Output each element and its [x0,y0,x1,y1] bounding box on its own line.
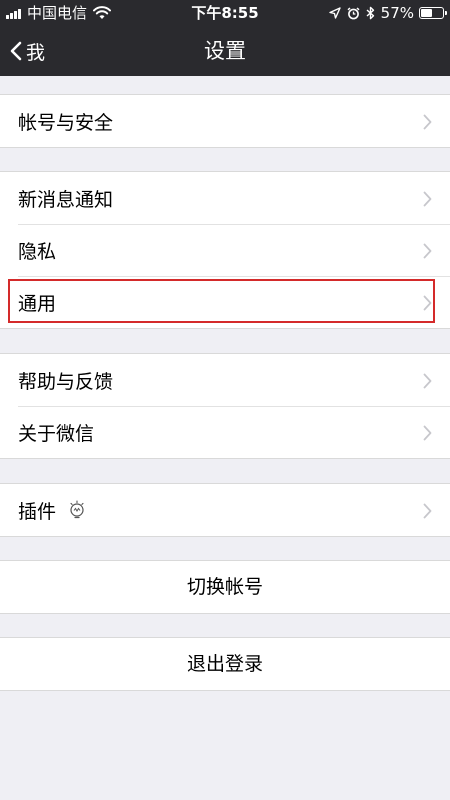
nav-bar: 我 设置 [0,26,450,76]
chevron-right-icon [423,243,432,259]
group-help: 帮助与反馈 关于微信 [0,353,450,459]
list-item-privacy[interactable]: 隐私 [0,224,450,276]
chevron-left-icon [10,41,22,61]
page-title: 设置 [204,39,246,63]
group-account: 帐号与安全 [0,94,450,148]
group-switch-account: 切换帐号 [0,560,450,614]
group-logout: 退出登录 [0,637,450,691]
list-item-help-feedback[interactable]: 帮助与反馈 [0,354,450,406]
list-item-general[interactable]: 通用 [0,276,450,328]
list-item-about-wechat[interactable]: 关于微信 [0,406,450,458]
chevron-right-icon [423,295,432,311]
list-item-account-security[interactable]: 帐号与安全 [0,95,450,147]
status-bar: 中国电信 下午8:55 57% [0,0,450,26]
back-button[interactable]: 我 [10,26,45,76]
header: 中国电信 下午8:55 57% 我 设置 [0,0,450,76]
list-item-plugins[interactable]: 插件 [0,484,450,536]
alarm-icon [347,6,360,19]
back-label: 我 [26,41,46,64]
list-item-label: 插件 [18,500,57,523]
chevron-right-icon [423,191,432,207]
chevron-right-icon [423,425,432,441]
battery-icon [419,7,447,19]
list-item-label: 关于微信 [18,422,95,445]
list-item-label: 帮助与反馈 [18,370,114,393]
battery-fill [421,9,432,17]
group-plugins: 插件 [0,483,450,537]
chevron-right-icon [423,503,432,519]
list-item-label: 帐号与安全 [18,111,114,134]
list-item-label: 通用 [18,292,57,315]
group-settings: 新消息通知 隐私 通用 [0,171,450,329]
list-item-label: 隐私 [18,240,57,263]
highlight-box [8,279,435,323]
switch-account-button[interactable]: 切换帐号 [0,561,450,613]
chevron-right-icon [423,114,432,130]
list-item-notifications[interactable]: 新消息通知 [0,172,450,224]
logout-button[interactable]: 退出登录 [0,638,450,690]
status-right: 57% [323,0,447,26]
lightbulb-icon [70,500,84,519]
location-arrow-icon [328,7,341,19]
bluetooth-icon [366,6,374,20]
battery-percent: 57% [380,4,414,22]
list-item-label: 新消息通知 [18,188,114,211]
chevron-right-icon [423,373,432,389]
